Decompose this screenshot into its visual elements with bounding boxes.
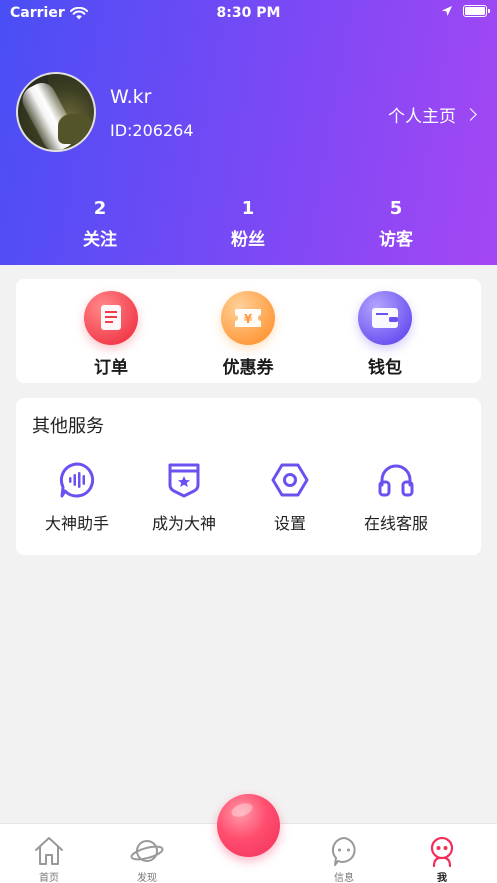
hex-nut-settings-icon	[271, 463, 309, 497]
stat-label: 访客	[379, 230, 413, 250]
service-label: 大神助手	[44, 514, 109, 533]
tab-label: 首页	[39, 873, 59, 883]
coupon-icon: ¥	[221, 291, 275, 345]
tab-messages[interactable]: 信息	[304, 834, 384, 883]
battery-icon	[463, 5, 490, 17]
chevron-right-icon	[464, 108, 477, 121]
stat-value: 1	[241, 198, 255, 219]
quick-actions-card: 订单 ¥ 优惠券 钱包	[16, 279, 481, 383]
stat-label: 粉丝	[231, 230, 265, 250]
service-become-master[interactable]: 成为大神	[134, 460, 234, 534]
avatar-rock-shape-2	[58, 114, 92, 144]
username: W.kr	[110, 86, 152, 108]
location-arrow-icon	[442, 6, 452, 16]
svg-text:¥: ¥	[244, 312, 253, 326]
center-action-button[interactable]	[217, 794, 280, 857]
tab-label: 发现	[137, 873, 157, 883]
tab-discover[interactable]: 发现	[107, 834, 187, 883]
tab-me[interactable]: 我	[402, 834, 482, 883]
service-assistant[interactable]: 大神助手	[27, 460, 127, 534]
stat-following[interactable]: 2 关注	[50, 198, 150, 250]
service-settings[interactable]: 设置	[240, 460, 340, 534]
service-customer-support[interactable]: 在线客服	[346, 460, 446, 534]
profile-header: Carrier 8:30 PM W.kr ID:206264 个人主页 2 关注…	[0, 0, 497, 265]
wallet-button[interactable]: 钱包	[330, 291, 440, 378]
order-label: 订单	[94, 358, 128, 378]
wallet-label: 钱包	[368, 358, 402, 378]
order-button[interactable]: 订单	[56, 291, 166, 378]
coupon-label: 优惠券	[222, 358, 274, 378]
planet-icon	[130, 840, 164, 862]
status-bar: Carrier 8:30 PM	[0, 0, 497, 28]
status-right	[441, 5, 490, 17]
badge-star-icon	[168, 463, 200, 498]
coupon-button[interactable]: ¥ 优惠券	[193, 291, 303, 378]
home-icon	[35, 837, 63, 865]
stat-value: 5	[389, 198, 403, 219]
user-id: ID:206264	[110, 121, 194, 140]
avatar[interactable]	[16, 72, 96, 152]
stat-fans[interactable]: 1 粉丝	[198, 198, 298, 250]
stat-visitors[interactable]: 5 访客	[346, 198, 446, 250]
voice-assistant-icon	[59, 462, 95, 498]
message-icon	[331, 837, 356, 866]
section-title: 其他服务	[32, 416, 104, 437]
service-label: 设置	[273, 514, 306, 533]
wallet-icon	[358, 291, 412, 345]
stat-value: 2	[93, 198, 107, 219]
homepage-link[interactable]: 个人主页	[388, 102, 477, 127]
homepage-link-label: 个人主页	[388, 107, 456, 127]
order-icon	[84, 291, 138, 345]
status-time: 8:30 PM	[216, 5, 281, 21]
tab-home[interactable]: 首页	[9, 834, 89, 883]
service-label: 在线客服	[363, 514, 428, 533]
stat-label: 关注	[83, 230, 117, 250]
headphones-icon	[378, 464, 414, 497]
tab-label: 信息	[334, 873, 354, 883]
service-label: 成为大神	[151, 514, 216, 533]
user-icon	[430, 836, 454, 868]
other-services-card: 其他服务 大神助手 成为大神 设置 在线客服	[16, 398, 481, 555]
tab-label: 我	[437, 873, 447, 883]
